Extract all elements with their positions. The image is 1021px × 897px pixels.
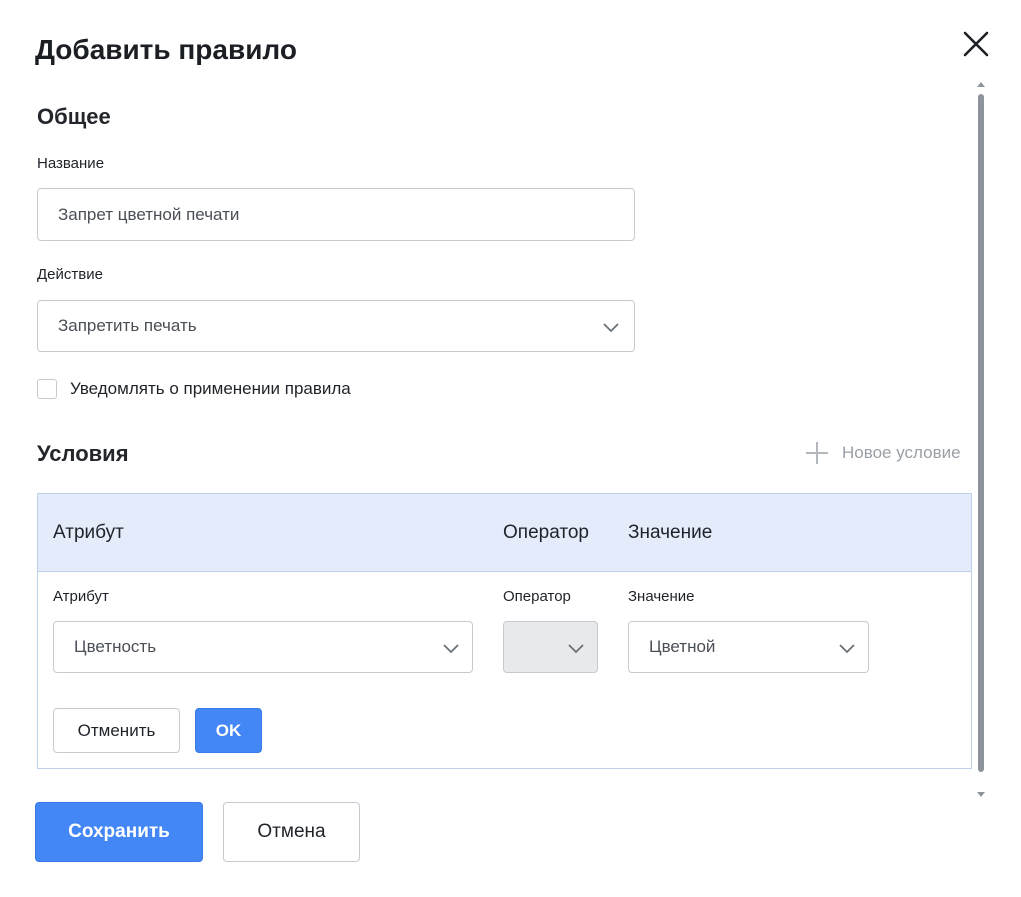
- notify-checkbox-label: Уведомлять о применении правила: [70, 379, 351, 398]
- scroll-thumb[interactable]: [978, 94, 984, 772]
- notify-checkbox[interactable]: [37, 379, 57, 399]
- chevron-down-icon: [603, 323, 619, 333]
- dialog-title: Добавить правило: [35, 34, 297, 65]
- conditions-table: Атрибут Оператор Значение Атрибут Операт…: [37, 493, 972, 769]
- chevron-down-icon: [839, 644, 855, 654]
- cancel-button[interactable]: Отмена: [223, 802, 360, 862]
- notify-checkbox-row[interactable]: Уведомлять о применении правила: [37, 379, 351, 399]
- condition-ok-button[interactable]: OK: [195, 708, 262, 753]
- name-input[interactable]: [37, 188, 635, 241]
- chevron-down-icon: [568, 644, 584, 654]
- attribute-select-value: Цветность: [74, 637, 157, 656]
- close-icon: [963, 31, 989, 57]
- attribute-label: Атрибут: [53, 588, 109, 605]
- operator-select[interactable]: [503, 621, 598, 673]
- condition-cancel-button[interactable]: Отменить: [53, 708, 180, 753]
- column-header-attribute: Атрибут: [53, 522, 124, 543]
- save-button[interactable]: Сохранить: [35, 802, 203, 862]
- chevron-down-icon: [443, 644, 459, 654]
- new-condition-button[interactable]: Новое условие: [805, 441, 961, 465]
- value-select-value: Цветной: [649, 637, 716, 656]
- attribute-select[interactable]: Цветность: [53, 621, 473, 673]
- column-header-operator: Оператор: [503, 522, 589, 543]
- scroll-down-arrow-icon[interactable]: [977, 792, 985, 797]
- plus-icon: [806, 442, 828, 464]
- column-header-value: Значение: [628, 522, 713, 543]
- scrollbar[interactable]: [976, 80, 988, 802]
- new-condition-label: Новое условие: [842, 443, 961, 462]
- section-title-conditions: Условия: [37, 441, 129, 466]
- action-select[interactable]: Запретить печать: [37, 300, 635, 352]
- action-label: Действие: [37, 266, 103, 283]
- conditions-table-header: Атрибут Оператор Значение: [38, 494, 971, 572]
- action-select-value: Запретить печать: [58, 316, 197, 335]
- name-label: Название: [37, 155, 105, 172]
- scroll-up-arrow-icon[interactable]: [977, 82, 985, 87]
- operator-label: Оператор: [503, 588, 571, 605]
- value-select[interactable]: Цветной: [628, 621, 869, 673]
- close-button[interactable]: [958, 26, 994, 62]
- section-title-general: Общее: [37, 104, 111, 129]
- value-label: Значение: [628, 588, 695, 605]
